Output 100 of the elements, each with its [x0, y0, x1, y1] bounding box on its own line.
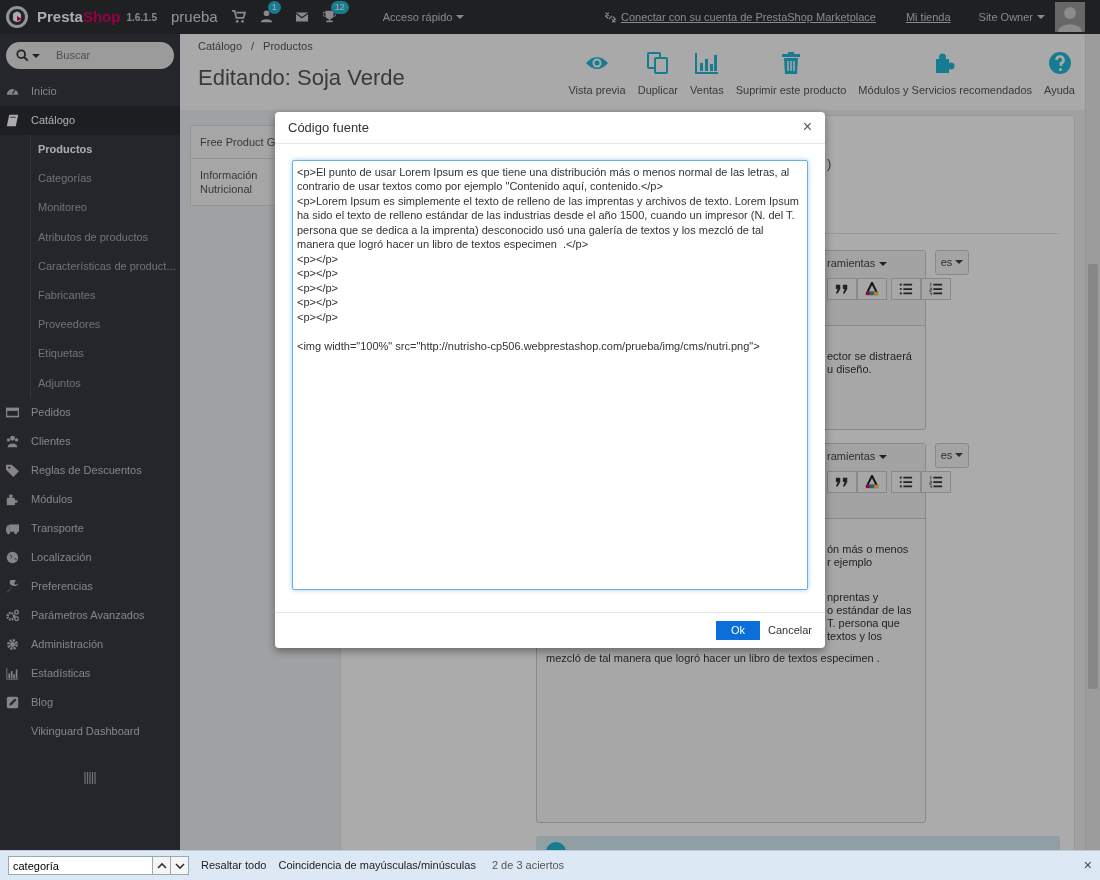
book-icon	[6, 114, 19, 127]
text-fragment: )	[827, 155, 832, 173]
find-field[interactable]: categoría	[8, 856, 153, 875]
sidebar-item[interactable]: Blog	[0, 687, 180, 717]
editor-button[interactable]	[921, 277, 951, 300]
submenu-item[interactable]: Atributos de productos	[31, 222, 180, 252]
marketplace-link[interactable]: Conectar con su cuenta de PrestaShop Marketplace	[603, 8, 876, 26]
trash-icon	[779, 50, 803, 75]
bullet-list-icon	[899, 474, 913, 489]
text-color-icon	[865, 281, 879, 296]
my-shop-link[interactable]: Mi tienda	[905, 8, 951, 26]
help-icon	[1047, 50, 1072, 75]
breadcrumb-link[interactable]: Catálogo	[198, 38, 243, 55]
next-button[interactable]	[170, 856, 189, 875]
language-dropdown[interactable]: es	[935, 442, 969, 468]
puzzle-icon	[6, 492, 19, 506]
sidebar-item[interactable]: Transporte	[0, 513, 180, 543]
submenu-item[interactable]: Proveedores	[31, 310, 180, 340]
chevron-up-icon	[156, 861, 167, 870]
user-icon	[259, 10, 273, 23]
delete-button[interactable]: Suprimir este producto	[735, 50, 847, 98]
source-code-field[interactable]: <p>El punto de usar Lorem Ipsum es que tiene una distribución más o menos normal de las letras, al contrario de usar textos como por ejemplo "Contenido aquí, contenido.</p> <p>Lorem Ipsum es simplemente el texto de relleno de las imprentas y archivos de texto. Lorem Ipsum ha sido el texto de relleno estándar de las industrias desde el año 1500, cuando un impresor (N. del T. persona que se dedica a la imprenta) desconocido usó una galería de textos y los mezcló de tal manera que logró hacer un libro de textos especimen .</p> <p></p> <p></p> <p></p> <p></p> <p></p> <img width="100%" src="http://nutrisho-cp506.webprestashop.com/prueba/img/cms/nutri.png">	[292, 159, 808, 590]
sidebar-item[interactable]: Módulos	[0, 484, 180, 514]
user-menu[interactable]: Site Owner	[978, 8, 1045, 26]
caret-icon	[879, 454, 888, 459]
envelope-icon	[294, 11, 309, 23]
editor-text: ector se distraerá u diseño.	[827, 349, 912, 376]
notification-badge: 1	[267, 1, 281, 14]
editor-button[interactable]	[827, 470, 857, 493]
highlight-all-button[interactable]: Resaltar todo	[201, 857, 267, 874]
copy-icon	[645, 50, 670, 75]
sidebar-item[interactable]: Clientes	[0, 426, 180, 456]
editor-button[interactable]	[827, 277, 857, 300]
cart-icon	[231, 10, 246, 24]
sidebar-item[interactable]: Reglas de Descuentos	[0, 455, 180, 485]
sidebar-item[interactable]: Catálogo	[0, 106, 180, 135]
sidebar-item[interactable]: Pedidos	[0, 397, 180, 427]
bar-chart-icon	[694, 50, 719, 75]
gear-icon	[6, 637, 19, 651]
duplicate-button[interactable]: Duplicar	[637, 50, 679, 98]
numbered-list-icon	[929, 474, 943, 489]
submenu-item[interactable]: Monitoreo	[31, 193, 180, 223]
trophy-icon	[322, 10, 336, 23]
submenu-item[interactable]: Características de product...	[31, 251, 180, 281]
version-label: 1.6.1.5	[126, 10, 157, 25]
tools-menu[interactable]: ramientas	[827, 254, 888, 273]
sidebar-item[interactable]: Inicio	[0, 77, 180, 106]
match-count: 2 de 3 aciertos	[491, 858, 565, 874]
sales-button[interactable]: Ventas	[690, 50, 724, 98]
ok-button[interactable]: Ok	[715, 621, 760, 641]
search-field[interactable]: Buscar	[6, 42, 174, 69]
editor-text: mezcló de tal manera que logró hacer un libro de textos especimen .	[546, 651, 880, 665]
modules-button[interactable]: Módulos y Servicios recomendados	[858, 50, 1032, 98]
match-case-button[interactable]: Coincidencia de mayúsculas/minúsculas	[278, 857, 476, 874]
brand-logo[interactable]: PrestaShop	[37, 5, 121, 29]
caret-icon	[955, 260, 964, 264]
help-button[interactable]: Ayuda	[1044, 50, 1075, 98]
caret-icon	[955, 453, 964, 457]
cart-button[interactable]	[231, 10, 246, 24]
editor-button[interactable]	[921, 470, 951, 493]
sidebar-item[interactable]: Preferencias	[0, 571, 180, 601]
editor-button[interactable]	[891, 277, 921, 300]
submenu-item[interactable]: Adjuntos	[31, 368, 180, 398]
editor-button[interactable]	[891, 470, 921, 493]
editor-button[interactable]	[857, 470, 887, 493]
sidebar-item[interactable]: Vikinguard Dashboard	[0, 716, 180, 746]
numbered-list-icon	[929, 281, 943, 296]
gears-icon	[6, 608, 19, 622]
globe-icon	[6, 550, 19, 564]
language-dropdown[interactable]: es	[935, 249, 969, 275]
quick-access-menu[interactable]: Acceso rápido	[382, 8, 465, 26]
sidebar-item[interactable]: Localización	[0, 542, 180, 572]
submenu-item[interactable]: Fabricantes	[31, 280, 180, 311]
messages-button[interactable]	[294, 11, 309, 23]
chevron-down-icon	[174, 861, 185, 870]
breadcrumb-link[interactable]: Productos	[263, 38, 313, 55]
close-button[interactable]: ×	[802, 119, 812, 136]
scrollbar[interactable]	[1085, 34, 1100, 850]
close-button[interactable]: ×	[1083, 855, 1092, 876]
tools-menu[interactable]: ramientas	[827, 447, 888, 466]
caret-icon	[1037, 15, 1045, 19]
submenu-item[interactable]: Etiquetas	[31, 339, 180, 369]
shop-name[interactable]: prueba	[170, 5, 218, 29]
link-icon	[603, 10, 617, 24]
search-input[interactable]: Buscar	[54, 46, 164, 65]
text-color-icon	[865, 474, 879, 489]
collapse-icon	[84, 771, 96, 784]
preview-button[interactable]: Vista previa	[568, 50, 626, 98]
submenu-item[interactable]: Productos	[31, 135, 180, 165]
sidebar-item[interactable]: Estadísticas	[0, 658, 180, 688]
dialog-title: Código fuente	[288, 118, 369, 137]
page-title: Editando: Soja Verde	[198, 63, 405, 92]
sidebar-item[interactable]: Parámetros Avanzados	[0, 600, 180, 630]
truck-icon	[6, 521, 19, 535]
avatar-icon	[1055, 2, 1085, 32]
cancel-button[interactable]: Cancelar	[767, 622, 812, 639]
caret-icon	[879, 261, 888, 266]
editor-button[interactable]	[857, 277, 887, 300]
submenu-item[interactable]: Categorías	[31, 164, 180, 194]
sidebar-item[interactable]: Administración	[0, 629, 180, 659]
